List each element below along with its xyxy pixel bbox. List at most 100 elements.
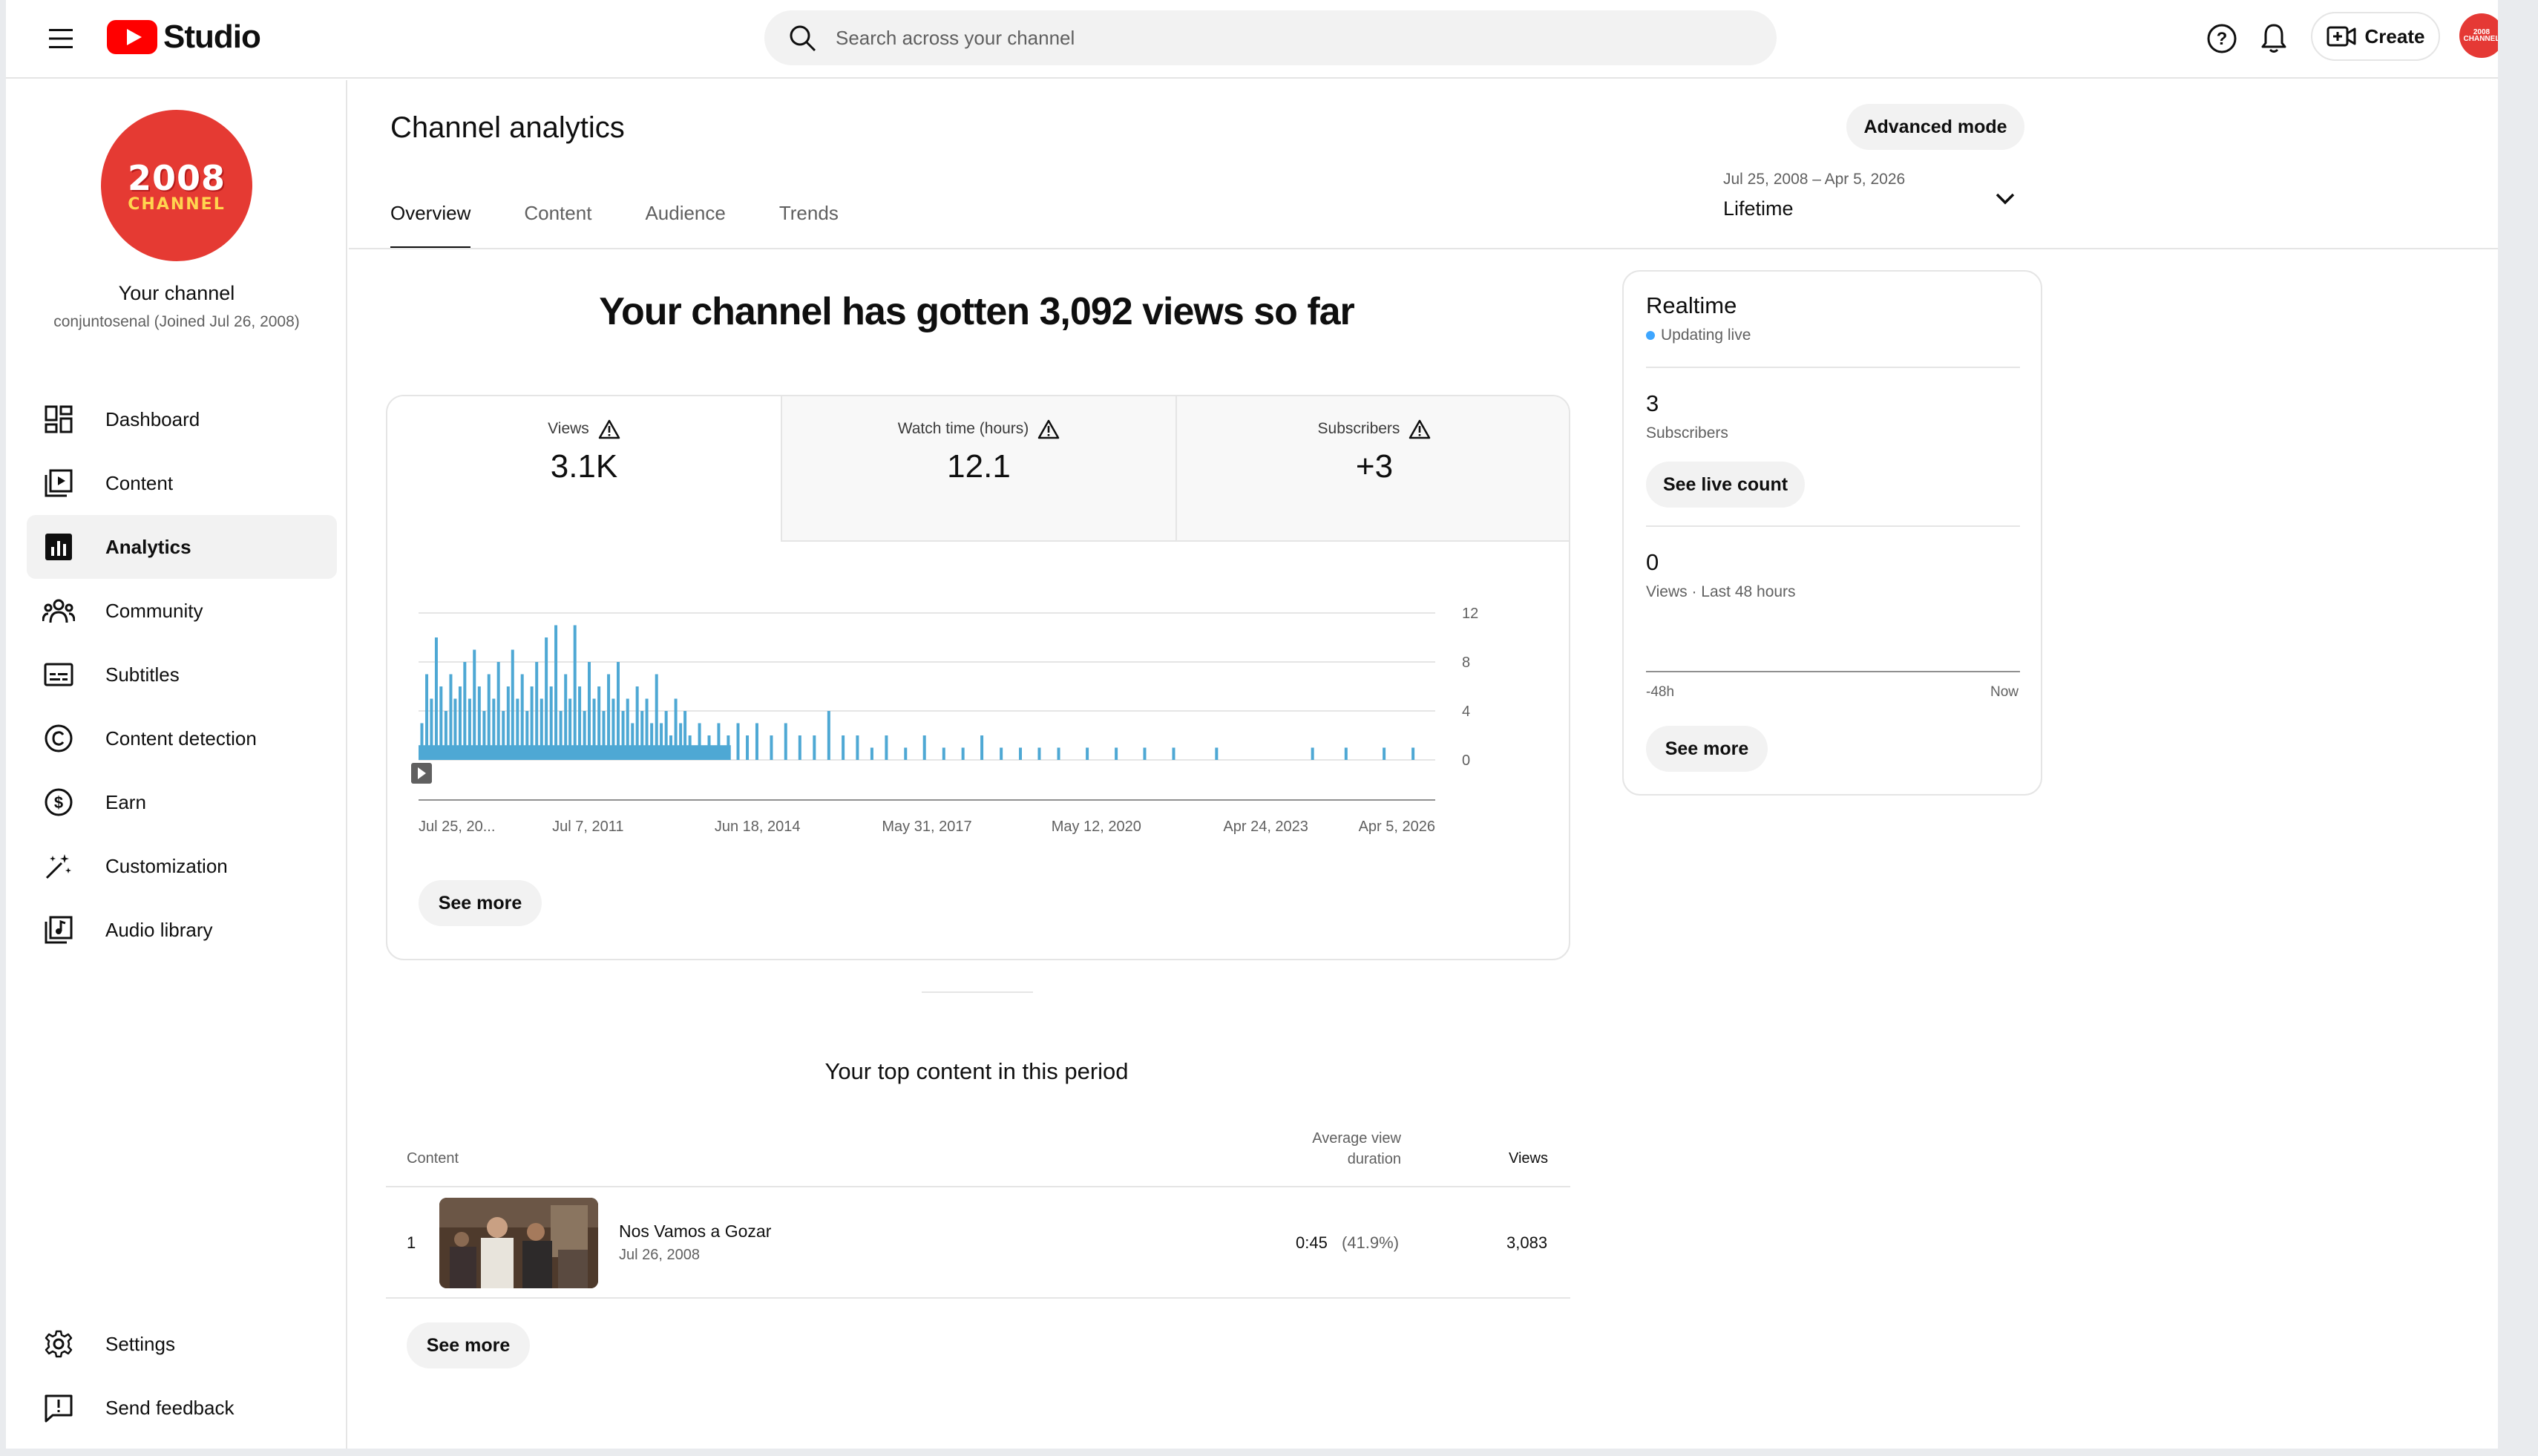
chart-bar[interactable] (904, 747, 908, 761)
video-views: 3,083 (1506, 1233, 1548, 1252)
chart-bar[interactable] (554, 625, 558, 761)
chart-bar[interactable] (942, 747, 945, 761)
chart-bar[interactable] (473, 649, 476, 761)
chart-bar[interactable] (1037, 747, 1041, 761)
chart-bar[interactable] (1143, 747, 1147, 761)
chart-bar[interactable] (1086, 747, 1089, 761)
menu-icon[interactable] (39, 16, 83, 61)
metric-views[interactable]: Views 3.1K (387, 396, 782, 542)
chart-bar[interactable] (1383, 747, 1386, 761)
metric-value: +3 (1355, 448, 1394, 485)
chart-bar[interactable] (922, 735, 926, 760)
chart-bar[interactable] (1000, 747, 1003, 761)
chart-bar[interactable] (736, 723, 740, 761)
sidebar-item-content[interactable]: Content (27, 451, 337, 515)
chart-bar[interactable] (1019, 747, 1023, 761)
account-avatar[interactable]: 2008 CHANNEL (2459, 13, 2498, 58)
chart-bar[interactable] (755, 723, 758, 761)
sidebar-item-customization[interactable]: Customization (27, 834, 337, 898)
search-bar[interactable] (764, 10, 1777, 65)
video-thumbnail[interactable] (439, 1198, 598, 1288)
advanced-mode-button[interactable]: Advanced mode (1846, 104, 2024, 150)
svg-text:?: ? (2217, 29, 2228, 49)
column-header-views[interactable]: Views (1460, 1150, 1548, 1167)
chart-bar[interactable] (856, 735, 859, 760)
chart-bar[interactable] (573, 625, 577, 761)
help-icon[interactable]: ? (2198, 15, 2246, 62)
row-rank: 1 (407, 1233, 416, 1252)
sidebar-item-subtitles[interactable]: Subtitles (27, 643, 337, 706)
date-range-picker[interactable]: Jul 25, 2008 – Apr 5, 2026 Lifetime (1723, 171, 2035, 230)
sidebar-item-label: Analytics (105, 535, 191, 558)
search-icon[interactable] (785, 21, 819, 55)
chart-bar[interactable] (434, 637, 438, 760)
create-label: Create (2364, 24, 2425, 47)
tab-overview[interactable]: Overview (390, 193, 471, 249)
x-tick-label: Jun 18, 2014 (715, 819, 801, 835)
chart-bar[interactable] (1057, 747, 1060, 761)
studio-window: Studio ? Create 2008 CHANNEL 2008 CHANNE… (6, 0, 2498, 1449)
sidebar-item-community[interactable]: Community (27, 579, 337, 643)
see-more-button[interactable]: See more (419, 880, 542, 926)
see-more-top-content-button[interactable]: See more (407, 1322, 530, 1368)
chart-bar[interactable] (1115, 747, 1118, 761)
video-title[interactable]: Nos Vamos a Gozar (619, 1221, 771, 1242)
chart-bar[interactable] (980, 735, 984, 760)
chart-bar[interactable] (1344, 747, 1348, 761)
tab-trends[interactable]: Trends (779, 193, 839, 249)
chart-bar[interactable] (511, 649, 514, 761)
y-tick-label: 4 (1462, 704, 1470, 720)
sidebar-item-content-detection[interactable]: Content detection (27, 706, 337, 770)
chart-area-fill (419, 745, 731, 760)
realtime-see-more-button[interactable]: See more (1646, 726, 1768, 772)
chart-bar[interactable] (770, 735, 773, 760)
realtime-views-value: 0 (1646, 549, 1659, 575)
column-header-average-view-duration[interactable]: Average view duration (1230, 1128, 1401, 1170)
sidebar-item-label: Send feedback (105, 1396, 235, 1419)
chart-bar[interactable] (545, 637, 548, 760)
channel-avatar[interactable]: 2008 CHANNEL (101, 110, 252, 261)
y-tick-label: 8 (1462, 655, 1470, 671)
video-published-marker[interactable] (411, 763, 432, 784)
chart-bar[interactable] (870, 747, 873, 761)
chart-bar[interactable] (885, 735, 888, 760)
chart-bar[interactable] (1172, 747, 1175, 761)
metric-subscribers[interactable]: Subscribers +3 (1177, 396, 1569, 542)
realtime-subscribers-value: 3 (1646, 390, 1659, 416)
chart-bar[interactable] (784, 723, 787, 761)
sidebar-item-analytics[interactable]: Analytics (27, 515, 337, 579)
chart-bar[interactable] (1411, 747, 1415, 761)
sidebar-item-label: Customization (105, 854, 228, 877)
warning-icon (1409, 419, 1431, 439)
sidebar-item-settings[interactable]: Settings (27, 1312, 337, 1376)
sidebar-item-dashboard[interactable]: Dashboard (27, 387, 337, 451)
sidebar-item-label: Community (105, 599, 203, 622)
chart-bar[interactable] (827, 711, 830, 760)
channel-avatar-line2: CHANNEL (128, 194, 226, 214)
search-input[interactable] (836, 26, 1726, 50)
average-view-percentage: (41.9%) (1342, 1233, 1400, 1252)
metric-watch-time[interactable]: Watch time (hours) 12.1 (782, 396, 1177, 542)
create-button[interactable]: Create (2311, 12, 2440, 61)
sidebar-item-earn[interactable]: $ Earn (27, 770, 337, 834)
chart-bar[interactable] (746, 735, 750, 760)
chart-bar[interactable] (798, 735, 801, 760)
sidebar-item-send-feedback[interactable]: Send feedback (27, 1376, 337, 1440)
chart-bar[interactable] (961, 747, 965, 761)
chart-bar[interactable] (1215, 747, 1219, 761)
see-live-count-button[interactable]: See live count (1646, 462, 1805, 508)
realtime-views-label: Views · Last 48 hours (1646, 583, 1796, 600)
studio-logo[interactable]: Studio (107, 16, 261, 58)
chart-bar[interactable] (813, 735, 816, 760)
sidebar-item-audio-library[interactable]: Audio library (27, 898, 337, 962)
chart-bar[interactable] (1311, 747, 1314, 761)
notifications-bell-icon[interactable] (2250, 15, 2298, 62)
metric-label: Subscribers (1317, 420, 1400, 437)
tab-content[interactable]: Content (524, 193, 591, 249)
chevron-down-icon[interactable] (1990, 184, 2020, 214)
metrics-card: Views 3.1K Watch time (hours) 12.1 Subsc… (386, 395, 1570, 960)
chart-bar[interactable] (842, 735, 845, 760)
magic-wand-icon (40, 847, 77, 885)
channel-name: Your channel (118, 282, 235, 304)
tab-audience[interactable]: Audience (645, 193, 725, 249)
